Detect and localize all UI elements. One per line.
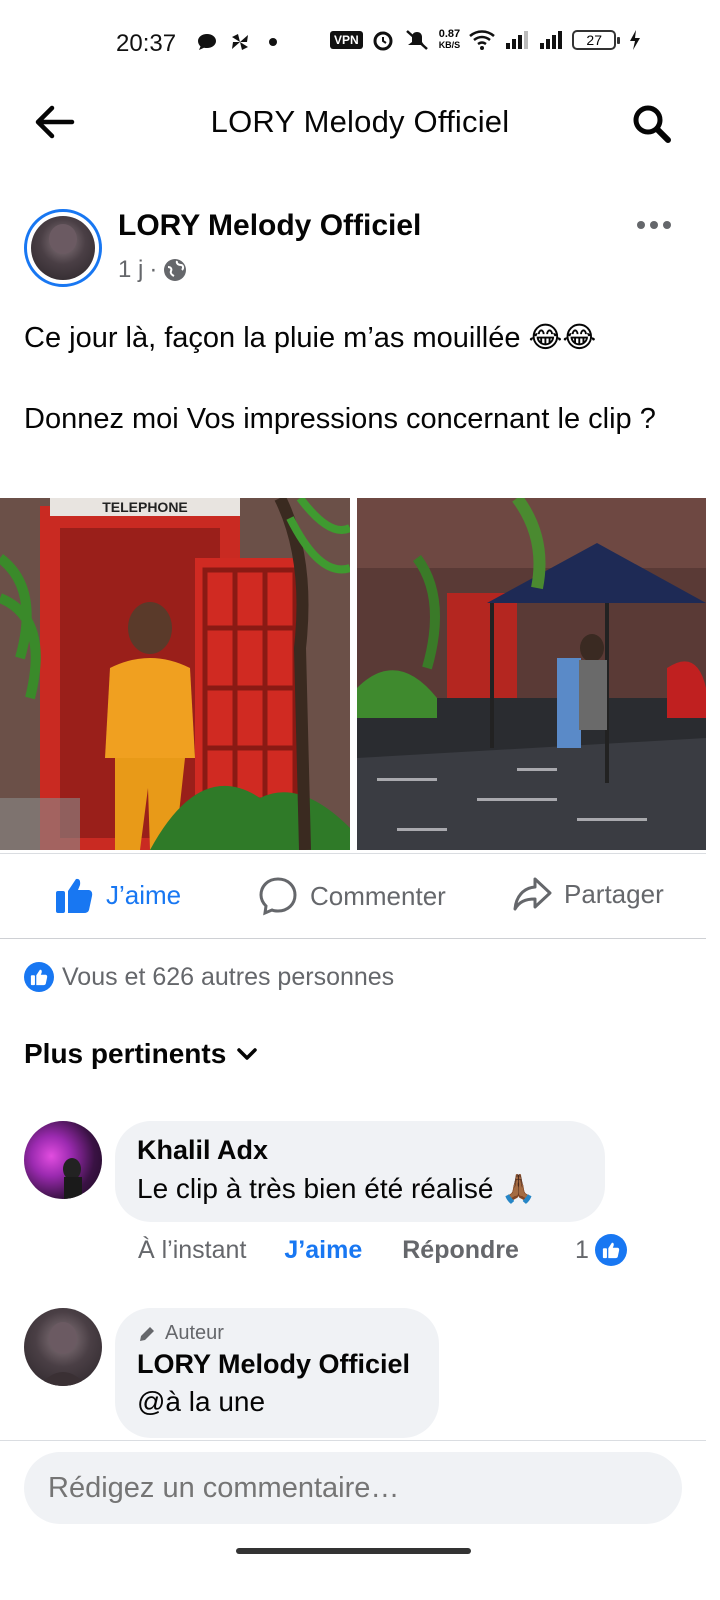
more-horizontal-icon bbox=[637, 221, 671, 229]
wifi-icon bbox=[469, 30, 496, 50]
comment-avatar[interactable] bbox=[24, 1308, 102, 1386]
phone-booth-sign: TELEPHONE bbox=[102, 499, 188, 515]
mute-icon bbox=[405, 30, 428, 50]
phone-booth-photo-illustration: TELEPHONE bbox=[0, 498, 350, 850]
comment-text: Le clip à très bien été réalisé 🙏🏾 bbox=[137, 1173, 537, 1204]
share-label: Partager bbox=[564, 878, 664, 909]
globe-icon bbox=[164, 259, 187, 281]
post-time[interactable]: 1 j bbox=[118, 256, 143, 284]
battery-icon: 27 bbox=[572, 30, 621, 50]
pinwheel-icon bbox=[232, 34, 248, 50]
author-badge-label: Auteur bbox=[165, 1322, 224, 1344]
vpn-badge: VPN bbox=[330, 31, 363, 49]
alarm-icon bbox=[373, 31, 393, 51]
status-bar: 20:37 VPN 0.87 KB/S 27 bbox=[0, 0, 720, 90]
chat-bubble-icon bbox=[198, 34, 216, 50]
comment-input[interactable] bbox=[24, 1452, 682, 1524]
like-reaction-icon bbox=[24, 962, 54, 992]
comment-like-count: 1 bbox=[575, 1235, 589, 1264]
top-app-bar: LORY Melody Officiel bbox=[0, 90, 720, 154]
post-author-name[interactable]: LORY Melody Officiel bbox=[118, 209, 421, 243]
comment-button[interactable]: Commenter bbox=[258, 876, 446, 916]
comment-meta: À l’instant J’aime Répondre bbox=[138, 1236, 519, 1265]
meta-separator: · bbox=[149, 256, 158, 283]
dot-icon bbox=[269, 38, 277, 46]
post-photo-phone-booth[interactable]: TELEPHONE bbox=[0, 498, 350, 850]
rain-set-photo-illustration bbox=[357, 498, 706, 850]
home-indicator[interactable] bbox=[236, 1548, 471, 1554]
share-icon bbox=[513, 877, 552, 911]
post-text: Ce jour là, façon la pluie m’as mouillée… bbox=[24, 318, 694, 439]
comment-author[interactable]: LORY Melody Officiel bbox=[137, 1349, 417, 1380]
like-button[interactable]: J’aime bbox=[54, 876, 181, 914]
comment-avatar[interactable] bbox=[24, 1121, 102, 1199]
status-time: 20:37 bbox=[116, 30, 177, 57]
comment-label: Commenter bbox=[310, 880, 446, 911]
post-meta: 1 j · bbox=[118, 256, 187, 284]
post-actions-bar: J’aime Commenter Partager bbox=[0, 853, 706, 939]
chevron-down-icon bbox=[237, 1048, 258, 1060]
comment-like-link[interactable]: J’aime bbox=[284, 1236, 362, 1265]
comment-bubble[interactable]: Auteur LORY Melody Officiel @à la une bbox=[115, 1308, 439, 1438]
page-title: LORY Melody Officiel bbox=[210, 104, 510, 139]
author-badge: Auteur bbox=[137, 1322, 417, 1345]
avatar-illustration bbox=[63, 1158, 82, 1199]
comment-reactions[interactable]: 1 bbox=[575, 1234, 627, 1266]
share-button[interactable]: Partager bbox=[512, 876, 664, 912]
like-label: J’aime bbox=[106, 879, 182, 910]
post-photo-rain-set[interactable] bbox=[357, 498, 706, 850]
comment-bubble[interactable]: Khalil Adx Le clip à très bien été réali… bbox=[115, 1121, 605, 1222]
post-text-line: Donnez moi Vos impressions concernant le… bbox=[24, 403, 656, 435]
avatar bbox=[31, 216, 95, 280]
comment-sort-dropdown[interactable]: Plus pertinents bbox=[24, 1038, 258, 1070]
comment-author[interactable]: Khalil Adx bbox=[137, 1135, 583, 1166]
comment-text: @à la une bbox=[137, 1386, 266, 1417]
signal-icon bbox=[506, 31, 529, 49]
sort-label: Plus pertinents bbox=[24, 1038, 227, 1069]
reactions-summary[interactable]: Vous et 626 autres personnes bbox=[24, 962, 394, 992]
comment-time[interactable]: À l’instant bbox=[138, 1236, 246, 1265]
comment-icon bbox=[259, 877, 297, 916]
more-options-button[interactable] bbox=[632, 210, 676, 240]
signal-icon bbox=[540, 31, 563, 49]
reactions-count-text: Vous et 626 autres personnes bbox=[62, 962, 395, 991]
avatar-illustration bbox=[39, 1322, 87, 1386]
pencil-icon bbox=[140, 1326, 154, 1341]
like-reaction-icon bbox=[594, 1234, 627, 1266]
search-button[interactable] bbox=[626, 98, 676, 148]
post-photos: TELEPHONE bbox=[0, 498, 720, 850]
search-icon bbox=[633, 105, 671, 143]
comment-composer-bar bbox=[0, 1440, 706, 1550]
charging-icon bbox=[630, 30, 641, 50]
post-text-line: Ce jour là, façon la pluie m’as mouillée… bbox=[24, 322, 597, 354]
comment-reply-link[interactable]: Répondre bbox=[402, 1236, 519, 1265]
post-author-avatar[interactable] bbox=[24, 209, 102, 287]
thumbs-up-icon bbox=[56, 878, 93, 913]
net-speed: 0.87 KB/S bbox=[438, 28, 461, 51]
